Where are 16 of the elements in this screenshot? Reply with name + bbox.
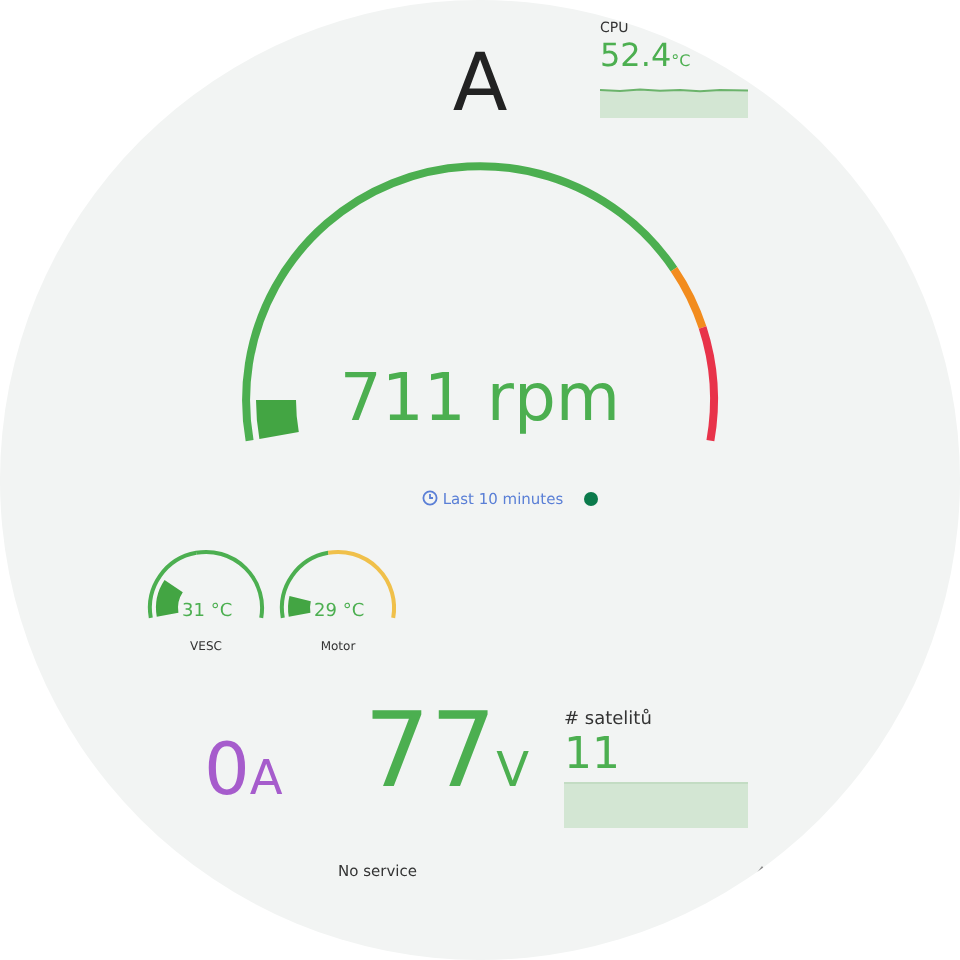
temperature-value: 29 °C <box>314 602 365 622</box>
clock-icon <box>422 490 439 506</box>
rpm-value: 711 rpm <box>339 358 621 436</box>
gauge-fill <box>156 580 183 617</box>
card-label: # satelitů <box>564 710 654 730</box>
temperature-value: 31 °C <box>182 602 233 622</box>
voltage-value: 77V <box>364 700 532 816</box>
gauge-arc <box>280 550 396 619</box>
gauge-arc <box>148 550 264 619</box>
gauge-fill <box>288 595 311 617</box>
temperature-value: 52.4°C <box>600 36 693 78</box>
dashboard-title: A <box>450 36 510 134</box>
current-value: 0A <box>204 732 285 816</box>
status-dot <box>583 491 598 505</box>
satellite-count: 11 <box>564 730 622 782</box>
gauge-fill <box>256 400 299 439</box>
